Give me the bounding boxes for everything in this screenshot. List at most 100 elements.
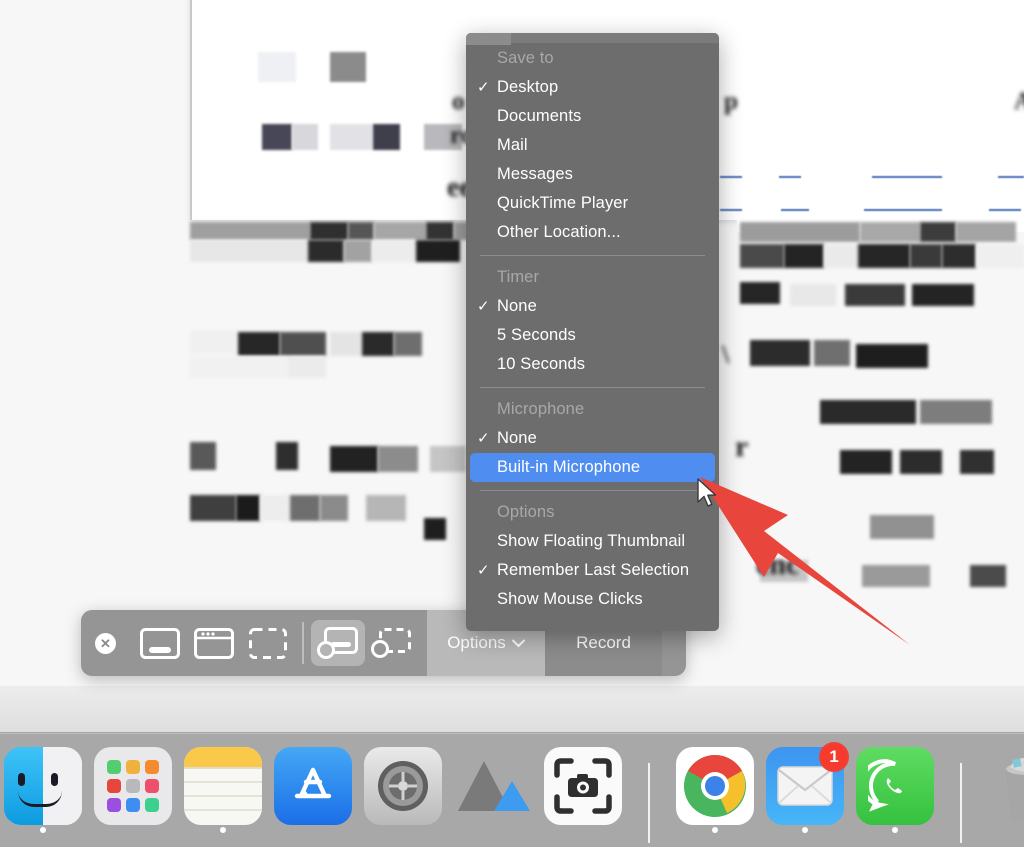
running-indicator [802,827,808,833]
menu-item-built-in-microphone[interactable]: Built-in Microphone [470,453,715,482]
record-selected-portion-icon[interactable] [365,620,419,666]
menu-section-options-title: Options [497,503,555,521]
chrome-icon [676,747,754,825]
menu-item-label: Documents [497,107,582,125]
redacted-block [790,284,836,306]
redacted-block [740,282,780,304]
menu-item-messages[interactable]: Messages [466,160,719,189]
menu-item-quicktime-player[interactable]: QuickTime Player [466,189,719,218]
dock-separator [960,763,962,843]
redacted-block [330,446,378,472]
menu-item-timer-none[interactable]: ✓ None [466,292,719,321]
redacted-block [416,240,460,262]
redacted-block [430,446,466,472]
menu-item-timer-10-seconds[interactable]: 10 Seconds [466,350,719,379]
redacted-block [858,244,910,268]
record-entire-screen-icon[interactable] [311,620,365,666]
redacted-link-rule [779,176,801,178]
menu-separator [480,490,705,491]
menu-item-timer-5-seconds[interactable]: 5 Seconds [466,321,719,350]
redacted-text: enc [756,548,800,581]
redacted-block [920,400,992,424]
redacted-block [258,52,296,82]
menu-section-save-to-title: Save to [497,49,554,67]
dock-item-whatsapp[interactable] [856,747,934,835]
capture-entire-screen-icon[interactable] [133,620,187,666]
redacted-block [870,515,934,539]
menu-item-label: 5 Seconds [497,326,576,344]
menu-section-microphone-title: Microphone [497,400,585,418]
dock-item-app-store[interactable] [274,747,352,835]
dock-item-launchpad[interactable] [94,747,172,835]
menu-item-mail[interactable]: Mail [466,131,719,160]
dock-item-screenshot[interactable] [544,747,622,835]
redacted-block [750,340,810,366]
close-icon[interactable]: ✕ [95,632,116,654]
redacted-block [956,222,1016,242]
menu-item-microphone-none[interactable]: ✓ None [466,424,719,453]
dock[interactable]: 1 [0,733,1024,847]
menu-separator [480,255,705,256]
redacted-block [740,222,860,242]
screen: o ro ee p A \ r a enc Save to ✓ Desktop … [0,0,1024,847]
menu-content: Save to ✓ Desktop Documents Mail Message… [466,33,719,614]
screen-recording-options-menu[interactable]: Save to ✓ Desktop Documents Mail Message… [466,33,719,631]
redacted-text: \ [722,340,730,369]
redacted-block [860,222,920,242]
redacted-block [260,495,290,521]
redacted-link-rule [720,209,742,211]
dock-item-trash[interactable] [988,747,1024,835]
dock-item-google-chrome[interactable] [676,747,754,835]
running-indicator [220,827,226,833]
redacted-text: r [735,430,749,463]
menu-item-label: Show Mouse Clicks [497,590,643,608]
redacted-block [856,344,928,368]
menu-item-other-location[interactable]: Other Location... [466,218,719,247]
redacted-block [366,495,406,521]
menu-item-desktop[interactable]: ✓ Desktop [466,73,719,102]
record-label: Record [576,633,631,652]
redacted-block [238,332,280,356]
menu-item-label: 10 Seconds [497,355,586,373]
redacted-block [190,240,308,262]
redacted-block [330,124,373,150]
redacted-block [190,222,310,240]
redacted-block [845,284,905,306]
menu-item-documents[interactable]: Documents [466,102,719,131]
running-indicator [40,827,46,833]
redacted-link-rule [872,176,942,178]
redacted-block [290,495,320,521]
redacted-block [330,332,362,356]
menu-item-label: Remember Last Selection [497,561,690,579]
redacted-text: p [724,88,738,115]
running-indicator [712,827,718,833]
redacted-block [820,400,916,424]
redacted-link-rule [864,209,942,211]
menu-item-label: QuickTime Player [497,194,629,212]
redacted-block [310,222,348,240]
trash-icon [988,747,1024,825]
dock-item-keynote[interactable] [454,747,532,835]
redacted-block [862,565,930,587]
redacted-text: o [452,88,465,115]
menu-item-label: Messages [497,165,574,183]
redacted-block [292,124,318,150]
menu-item-show-floating-thumbnail[interactable]: Show Floating Thumbnail [466,527,719,556]
capture-selected-portion-icon[interactable] [241,620,295,666]
redacted-block [190,330,236,354]
redacted-link-rule [989,209,1021,211]
dock-item-mail[interactable]: 1 [766,742,849,835]
dock-item-finder[interactable] [4,747,82,835]
toolbar-divider [302,622,304,664]
redacted-block [190,442,216,470]
checkmark-icon: ✓ [477,78,490,96]
menu-section-timer-title: Timer [497,268,540,286]
dock-item-system-preferences[interactable] [364,747,442,835]
dock-item-notes[interactable] [184,747,262,835]
redacted-link-rule [720,176,742,178]
redacted-block [960,450,994,474]
redacted-block [288,356,326,378]
menu-item-remember-last-selection[interactable]: ✓ Remember Last Selection [466,556,719,585]
capture-selected-window-icon[interactable] [187,620,241,666]
menu-item-show-mouse-clicks[interactable]: Show Mouse Clicks [466,585,719,614]
